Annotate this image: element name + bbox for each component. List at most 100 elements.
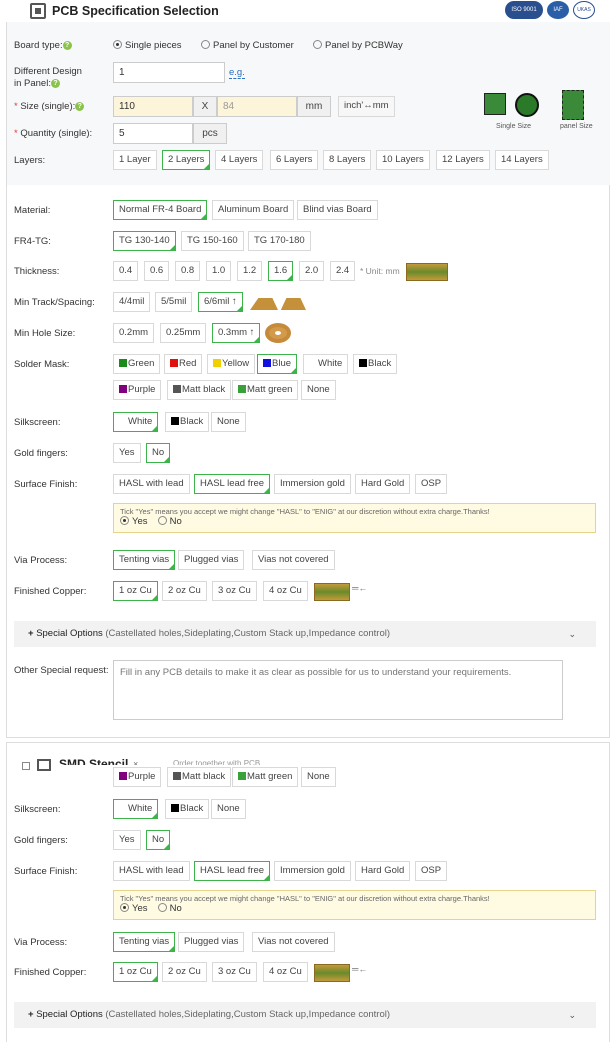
color-swatch — [119, 804, 127, 812]
thickness-option[interactable]: 2.0 — [299, 261, 325, 281]
surface-finish-label: Surface Finish: — [14, 479, 78, 490]
solder-mask-option[interactable]: Matt black — [167, 767, 232, 787]
track-option[interactable]: 6/6mil ↑ — [198, 292, 243, 312]
thickness-option[interactable]: 1.6 — [268, 261, 294, 281]
material-option[interactable]: Aluminum Board — [212, 200, 295, 220]
gold-fingers-option[interactable]: Yes — [113, 443, 141, 463]
solder-mask-option[interactable]: White — [303, 354, 349, 374]
option-label: None — [307, 771, 330, 782]
silkscreen-option[interactable]: None — [211, 799, 246, 819]
size-width-input[interactable]: 110 — [113, 96, 193, 117]
solder-mask-option[interactable]: Green — [113, 354, 161, 374]
unit-toggle-button[interactable]: inch'↔mm — [338, 96, 395, 117]
track-option[interactable]: 5/5mil — [155, 292, 193, 312]
layer-option[interactable]: 4 Layers — [215, 150, 264, 170]
solder-mask-option[interactable]: Yellow — [207, 354, 256, 374]
solder-mask-option[interactable]: Black — [353, 354, 398, 374]
thickness-option[interactable]: 2.4 — [330, 261, 356, 281]
fr4tg-option[interactable]: TG 150-160 — [181, 231, 244, 251]
silkscreen-option[interactable]: White — [113, 799, 159, 819]
layer-option[interactable]: 8 Layers — [323, 150, 372, 170]
gold-fingers-option[interactable]: No — [146, 443, 171, 463]
layer-option[interactable]: 12 Layers — [436, 150, 490, 170]
finished-copper-option[interactable]: 4 oz Cu — [263, 581, 308, 601]
gold-fingers-option[interactable]: Yes — [113, 830, 141, 850]
layer-option[interactable]: 2 Layers — [162, 150, 211, 170]
surface-finish-option[interactable]: Immersion gold — [274, 474, 351, 494]
solder-mask-option[interactable]: None — [301, 380, 336, 400]
material-option[interactable]: Blind vias Board — [297, 200, 378, 220]
surface-finish-option[interactable]: HASL with lead — [113, 861, 190, 881]
other-request-textarea[interactable] — [113, 660, 563, 720]
size-height-input[interactable]: 84 — [217, 96, 297, 117]
enig-no-radio[interactable]: No — [157, 516, 182, 527]
finished-copper-option[interactable]: 2 oz Cu — [162, 962, 207, 982]
via-process-option[interactable]: Tenting vias — [113, 932, 176, 952]
solder-mask-option[interactable]: Matt green — [232, 380, 299, 400]
surface-finish-option[interactable]: Immersion gold — [274, 861, 351, 881]
thickness-option[interactable]: 1.2 — [237, 261, 263, 281]
fr4tg-option[interactable]: TG 130-140 — [113, 231, 176, 251]
via-process-option[interactable]: Plugged vias — [178, 932, 245, 952]
radio-single-pieces[interactable]: Single pieces — [113, 40, 182, 51]
via-process-option[interactable]: Plugged vias — [178, 550, 245, 570]
solder-mask-option[interactable]: Matt green — [232, 767, 299, 787]
stencil-close-icon[interactable]: × — [133, 757, 138, 765]
layer-option[interactable]: 6 Layers — [270, 150, 319, 170]
radio-panel-by-pcbway[interactable]: Panel by PCBWay — [313, 40, 403, 51]
via-process-option[interactable]: Vias not covered — [252, 932, 335, 952]
eg-link[interactable]: e.g. — [229, 67, 245, 79]
surface-finish-option[interactable]: HASL lead free — [194, 861, 271, 881]
surface-finish-option[interactable]: HASL with lead — [113, 474, 190, 494]
special-options-toggle[interactable]: + Special Options (Castellated holes,Sid… — [14, 621, 596, 647]
solder-mask-option[interactable]: Red — [164, 354, 203, 374]
enig-yes-radio-2[interactable]: Yes — [120, 903, 148, 914]
surface-finish-option[interactable]: Hard Gold — [355, 474, 411, 494]
surface-finish-option[interactable]: OSP — [415, 474, 448, 494]
solder-mask-option[interactable]: Blue — [257, 354, 298, 374]
finished-copper-option[interactable]: 1 oz Cu — [113, 581, 158, 601]
solder-mask-option[interactable]: Purple — [113, 767, 162, 787]
silkscreen-option[interactable]: None — [211, 412, 246, 432]
layer-option[interactable]: 14 Layers — [495, 150, 549, 170]
finished-copper-option[interactable]: 1 oz Cu — [113, 962, 158, 982]
gold-fingers-option[interactable]: No — [146, 830, 171, 850]
different-design-input[interactable]: 1 — [113, 62, 225, 83]
thickness-option[interactable]: 0.4 — [113, 261, 139, 281]
enig-no-radio-2[interactable]: No — [157, 903, 182, 914]
solder-mask-option[interactable]: Purple — [113, 380, 162, 400]
fr4tg-option[interactable]: TG 170-180 — [248, 231, 311, 251]
surface-finish-option[interactable]: HASL lead free — [194, 474, 271, 494]
layer-option[interactable]: 1 Layer — [113, 150, 157, 170]
thickness-option[interactable]: 0.6 — [144, 261, 170, 281]
quantity-input[interactable]: 5 — [113, 123, 193, 144]
finished-copper-option[interactable]: 3 oz Cu — [212, 962, 257, 982]
hole-size-option[interactable]: 0.3mm ↑ — [212, 323, 261, 343]
solder-mask-option[interactable]: None — [301, 767, 336, 787]
material-option[interactable]: Normal FR-4 Board — [113, 200, 208, 220]
surface-finish-option[interactable]: OSP — [415, 861, 448, 881]
color-swatch — [119, 359, 127, 367]
thickness-option[interactable]: 1.0 — [206, 261, 232, 281]
silkscreen-option[interactable]: Black — [165, 799, 210, 819]
finished-copper-option[interactable]: 3 oz Cu — [212, 581, 257, 601]
via-process-option[interactable]: Vias not covered — [252, 550, 335, 570]
stencil-checkbox[interactable] — [22, 762, 30, 770]
enig-yes-radio[interactable]: Yes — [120, 516, 148, 527]
solder-mask-option[interactable]: Matt black — [167, 380, 232, 400]
silkscreen-option[interactable]: White — [113, 412, 159, 432]
silkscreen-option[interactable]: Black — [165, 412, 210, 432]
radio-panel-by-customer[interactable]: Panel by Customer — [201, 40, 294, 51]
surface-finish-option[interactable]: Hard Gold — [355, 861, 411, 881]
finished-copper-option[interactable]: 4 oz Cu — [263, 962, 308, 982]
hole-size-option[interactable]: 0.25mm — [160, 323, 207, 343]
via-process-option[interactable]: Tenting vias — [113, 550, 176, 570]
color-swatch — [359, 359, 367, 367]
finished-copper-option[interactable]: 2 oz Cu — [162, 581, 207, 601]
layer-option[interactable]: 10 Layers — [376, 150, 430, 170]
hole-size-option[interactable]: 0.2mm — [113, 323, 155, 343]
track-option[interactable]: 4/4mil — [113, 292, 151, 312]
thickness-option[interactable]: 0.8 — [175, 261, 201, 281]
board-type-label: Board type:? — [14, 40, 72, 52]
special-options-toggle-2[interactable]: + Special Options (Castellated holes,Sid… — [14, 1002, 596, 1028]
